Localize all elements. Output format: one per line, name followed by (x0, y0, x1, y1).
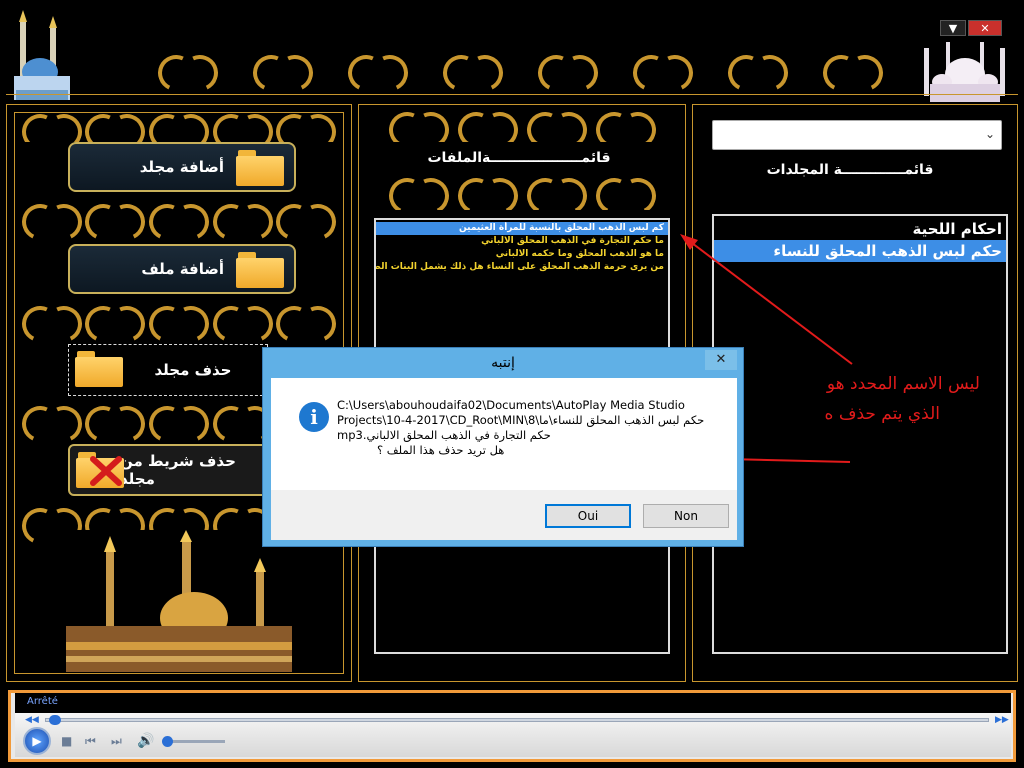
fast-forward-icon[interactable]: ▶▶ (995, 715, 1009, 725)
previous-icon[interactable]: ⏮ (85, 734, 96, 749)
yes-button[interactable]: Oui (545, 504, 631, 528)
annotation-line-2: الذي يتم حذف ه (824, 404, 940, 424)
dialog-body: i C:\Users\abouhoudaifa02\Documents\Auto… (271, 378, 737, 490)
dialog-line: حكم التجارة في الذهب المحلق الالباني.mp3 (337, 428, 551, 442)
dialog-line: C:\Users\abouhoudaifa02\Documents\AutoPl… (337, 398, 685, 412)
close-icon: ✕ (715, 352, 727, 367)
volume-icon[interactable]: 🔊 (137, 733, 154, 749)
media-player: Arrêté ◀◀ ▶▶ ▶ ■ ⏮ ⏭ 🔊 (8, 690, 1016, 762)
rewind-icon[interactable]: ◀◀ (25, 715, 39, 725)
dialog-line: حكم لبس الذهب المحلق للنساء\ما\8\Project… (337, 413, 705, 427)
player-status: Arrêté (15, 693, 1011, 713)
player-controls: ◀◀ ▶▶ ▶ ■ ⏮ ⏭ 🔊 (15, 713, 1011, 757)
confirm-dialog: إنتبه ✕ i C:\Users\abouhoudaifa02\Docume… (262, 347, 744, 547)
annotation-line-1: ليس الاسم المحدد هو (826, 374, 980, 394)
no-button[interactable]: Non (643, 504, 729, 528)
next-icon[interactable]: ⏭ (111, 734, 122, 749)
stop-icon[interactable]: ■ (61, 734, 72, 748)
seek-handle[interactable] (49, 715, 61, 725)
dialog-message: C:\Users\abouhoudaifa02\Documents\AutoPl… (337, 398, 727, 458)
info-icon: i (299, 402, 329, 432)
seek-bar[interactable] (45, 718, 989, 722)
dialog-close-button[interactable]: ✕ (705, 350, 737, 370)
dialog-question: هل تريد حذف هذا الملف ؟ (377, 443, 505, 457)
play-button[interactable]: ▶ (23, 727, 51, 755)
volume-handle[interactable] (162, 736, 173, 747)
dialog-title: إنتبه (491, 355, 515, 371)
